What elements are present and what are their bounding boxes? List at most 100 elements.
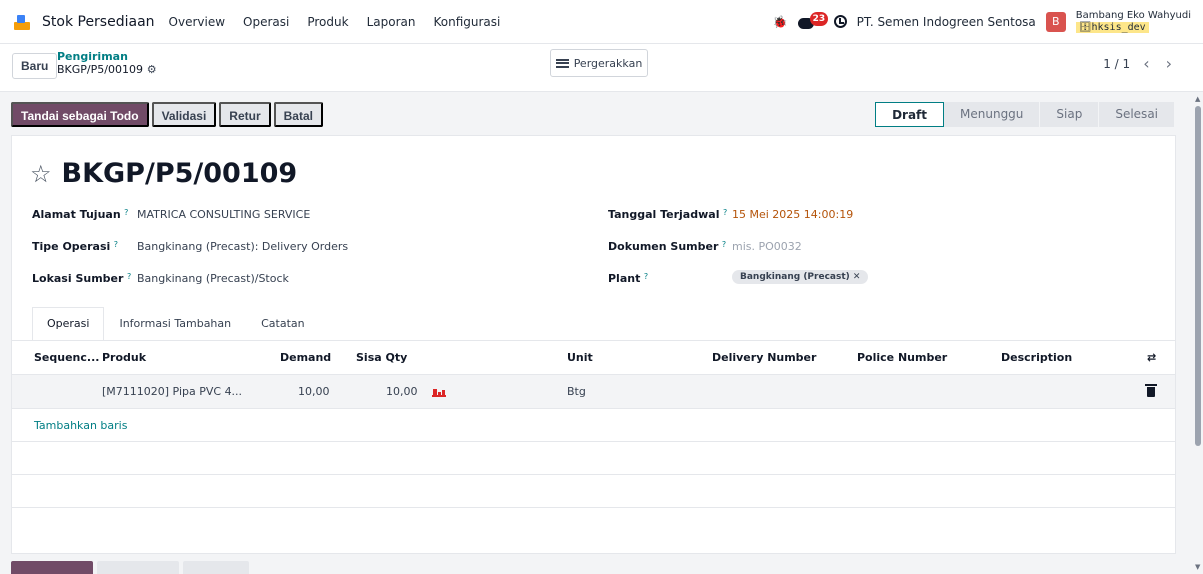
pager: 1 / 1 ‹ › — [1103, 54, 1175, 73]
col-delivery-number[interactable]: Delivery Number — [712, 341, 816, 374]
app-title[interactable]: Stok Persediaan — [42, 14, 155, 30]
demand-cell[interactable]: 10,00 — [298, 375, 330, 408]
new-button[interactable]: Baru — [12, 53, 58, 79]
navbar-systray: 🐞 23 PT. Semen Indogreen Sentosa B Bamba… — [773, 10, 1191, 33]
unit-cell[interactable]: Btg — [567, 375, 586, 408]
activities-button[interactable] — [183, 561, 249, 574]
field-source-document: Dokumen Sumber ? mis. PO0032 — [608, 240, 802, 253]
empty-row — [12, 442, 1175, 475]
table-header: Sequenc... Produk Demand Sisa Qty Unit D… — [12, 341, 1175, 375]
destination-field[interactable]: MATRICA CONSULTING SERVICE — [137, 208, 310, 221]
chevron-left-icon[interactable]: ‹ — [1140, 54, 1152, 73]
inventory-app-icon[interactable] — [12, 12, 32, 32]
tab-notes[interactable]: Catatan — [246, 307, 320, 340]
pager-value[interactable]: 1 / 1 — [1103, 57, 1130, 71]
user-name: Bambang Eko Wahyudi — [1075, 10, 1191, 21]
chevron-right-icon[interactable]: › — [1163, 54, 1175, 73]
breadcrumb: Pengiriman BKGP/P5/00109 ⚙ — [57, 50, 157, 76]
field-label: Lokasi Sumber — [32, 272, 124, 285]
table-row[interactable]: [M7111020] Pipa PVC 4... 10,00 10,00 Btg — [12, 375, 1175, 409]
mark-todo-button[interactable]: Tandai sebagai Todo — [11, 102, 149, 127]
star-icon[interactable]: ☆ — [30, 160, 52, 188]
scheduled-date-field[interactable]: 15 Mei 2025 14:00:19 — [732, 208, 853, 221]
company-switcher[interactable]: PT. Semen Indogreen Sentosa — [857, 15, 1036, 29]
stage-draft[interactable]: Draft — [875, 102, 945, 127]
gear-icon[interactable]: ⚙ — [147, 63, 157, 76]
page-title: BKGP/P5/00109 — [61, 158, 298, 189]
stage-waiting[interactable]: Menunggu — [944, 102, 1041, 127]
col-police-number[interactable]: Police Number — [857, 341, 947, 374]
operation-type-field[interactable]: Bangkinang (Precast): Delivery Orders — [137, 240, 348, 253]
main-menu: Overview Operasi Produk Laporan Konfigur… — [169, 15, 501, 29]
col-product[interactable]: Produk — [102, 341, 146, 374]
cancel-button[interactable]: Batal — [273, 102, 323, 127]
menu-lines-icon — [555, 58, 569, 68]
scroll-up-icon[interactable]: ▲ — [1195, 95, 1200, 103]
col-remaining-qty[interactable]: Sisa Qty — [356, 341, 407, 374]
remaining-qty-value: 10,00 — [386, 385, 418, 398]
help-icon[interactable]: ? — [114, 240, 118, 249]
scroll-thumb[interactable] — [1195, 106, 1201, 446]
scrollbar[interactable]: ▲ ▼ — [1193, 92, 1203, 574]
col-unit[interactable]: Unit — [567, 341, 593, 374]
validate-button[interactable]: Validasi — [151, 102, 217, 127]
product-cell[interactable]: [M7111020] Pipa PVC 4... — [102, 375, 242, 408]
add-line-row: Tambahkan baris — [12, 409, 1175, 442]
return-button[interactable]: Retur — [219, 102, 271, 127]
col-description[interactable]: Description — [1001, 341, 1072, 374]
empty-row — [12, 475, 1175, 508]
menu-konfigurasi[interactable]: Konfigurasi — [433, 15, 500, 29]
breadcrumb-parent-link[interactable]: Pengiriman — [57, 50, 157, 63]
activity-clock-icon[interactable] — [833, 15, 847, 28]
field-scheduled-date: Tanggal Terjadwal ? 15 Mei 2025 14:00:19 — [608, 208, 853, 221]
field-label: Tipe Operasi — [32, 240, 111, 253]
action-buttons: Tandai sebagai Todo Validasi Retur Batal — [11, 102, 323, 127]
source-location-field[interactable]: Bangkinang (Precast)/Stock — [137, 272, 289, 285]
debug-bug-icon[interactable]: 🐞 — [773, 15, 788, 29]
moves-smart-button[interactable]: Pergerakkan — [550, 49, 648, 77]
message-count-badge: 23 — [809, 11, 829, 26]
delete-row-button[interactable] — [1145, 375, 1157, 408]
stage-ready[interactable]: Siap — [1040, 102, 1100, 127]
help-icon[interactable]: ? — [644, 272, 648, 281]
col-demand[interactable]: Demand — [280, 341, 331, 374]
record-title: ☆ BKGP/P5/00109 — [30, 158, 297, 189]
field-destination: Alamat Tujuan ? MATRICA CONSULTING SERVI… — [32, 208, 310, 221]
tab-additional-info[interactable]: Informasi Tambahan — [104, 307, 246, 340]
scroll-down-icon[interactable]: ▼ — [1195, 563, 1200, 571]
source-document-field[interactable]: mis. PO0032 — [732, 240, 802, 253]
help-icon[interactable]: ? — [722, 240, 726, 249]
help-icon[interactable]: ? — [124, 208, 128, 217]
field-operation-type: Tipe Operasi ? Bangkinang (Precast): Del… — [32, 240, 348, 253]
column-settings-icon[interactable]: ⇄ — [1147, 341, 1156, 374]
add-line-link[interactable]: Tambahkan baris — [34, 419, 127, 432]
database-name: hksis_dev — [1091, 22, 1146, 33]
database-badge: 🗄hksis_dev — [1075, 22, 1149, 33]
menu-produk[interactable]: Produk — [307, 15, 348, 29]
menu-operasi[interactable]: Operasi — [243, 15, 289, 29]
log-note-button[interactable] — [97, 561, 179, 574]
col-sequence[interactable]: Sequenc... — [34, 341, 99, 374]
breadcrumb-current: BKGP/P5/00109 — [57, 63, 143, 76]
remaining-qty-cell: 10,00 — [386, 375, 446, 408]
field-label: Dokumen Sumber — [608, 240, 719, 253]
forecast-chart-icon[interactable] — [431, 387, 446, 397]
help-icon[interactable]: ? — [723, 208, 727, 217]
avatar[interactable]: B — [1045, 11, 1066, 32]
field-label: Plant — [608, 272, 641, 285]
messages-button[interactable]: 23 — [797, 11, 829, 32]
status-bar: Draft Menunggu Siap Selesai — [875, 102, 1175, 127]
field-label: Tanggal Terjadwal — [608, 208, 720, 221]
send-message-button[interactable] — [11, 561, 93, 574]
user-menu[interactable]: Bambang Eko Wahyudi 🗄hksis_dev — [1075, 10, 1191, 33]
help-icon[interactable]: ? — [127, 272, 131, 281]
moves-label: Pergerakkan — [573, 56, 643, 70]
menu-laporan[interactable]: Laporan — [367, 15, 416, 29]
plant-tag[interactable]: Bangkinang (Precast) ✕ — [732, 270, 869, 284]
field-source-location: Lokasi Sumber ? Bangkinang (Precast)/Sto… — [32, 272, 289, 285]
tab-operations[interactable]: Operasi — [32, 307, 105, 340]
stage-done[interactable]: Selesai — [1099, 102, 1175, 127]
trash-icon — [1145, 383, 1157, 397]
menu-overview[interactable]: Overview — [169, 15, 226, 29]
form-sheet: ☆ BKGP/P5/00109 Alamat Tujuan ? MATRICA … — [11, 135, 1176, 554]
